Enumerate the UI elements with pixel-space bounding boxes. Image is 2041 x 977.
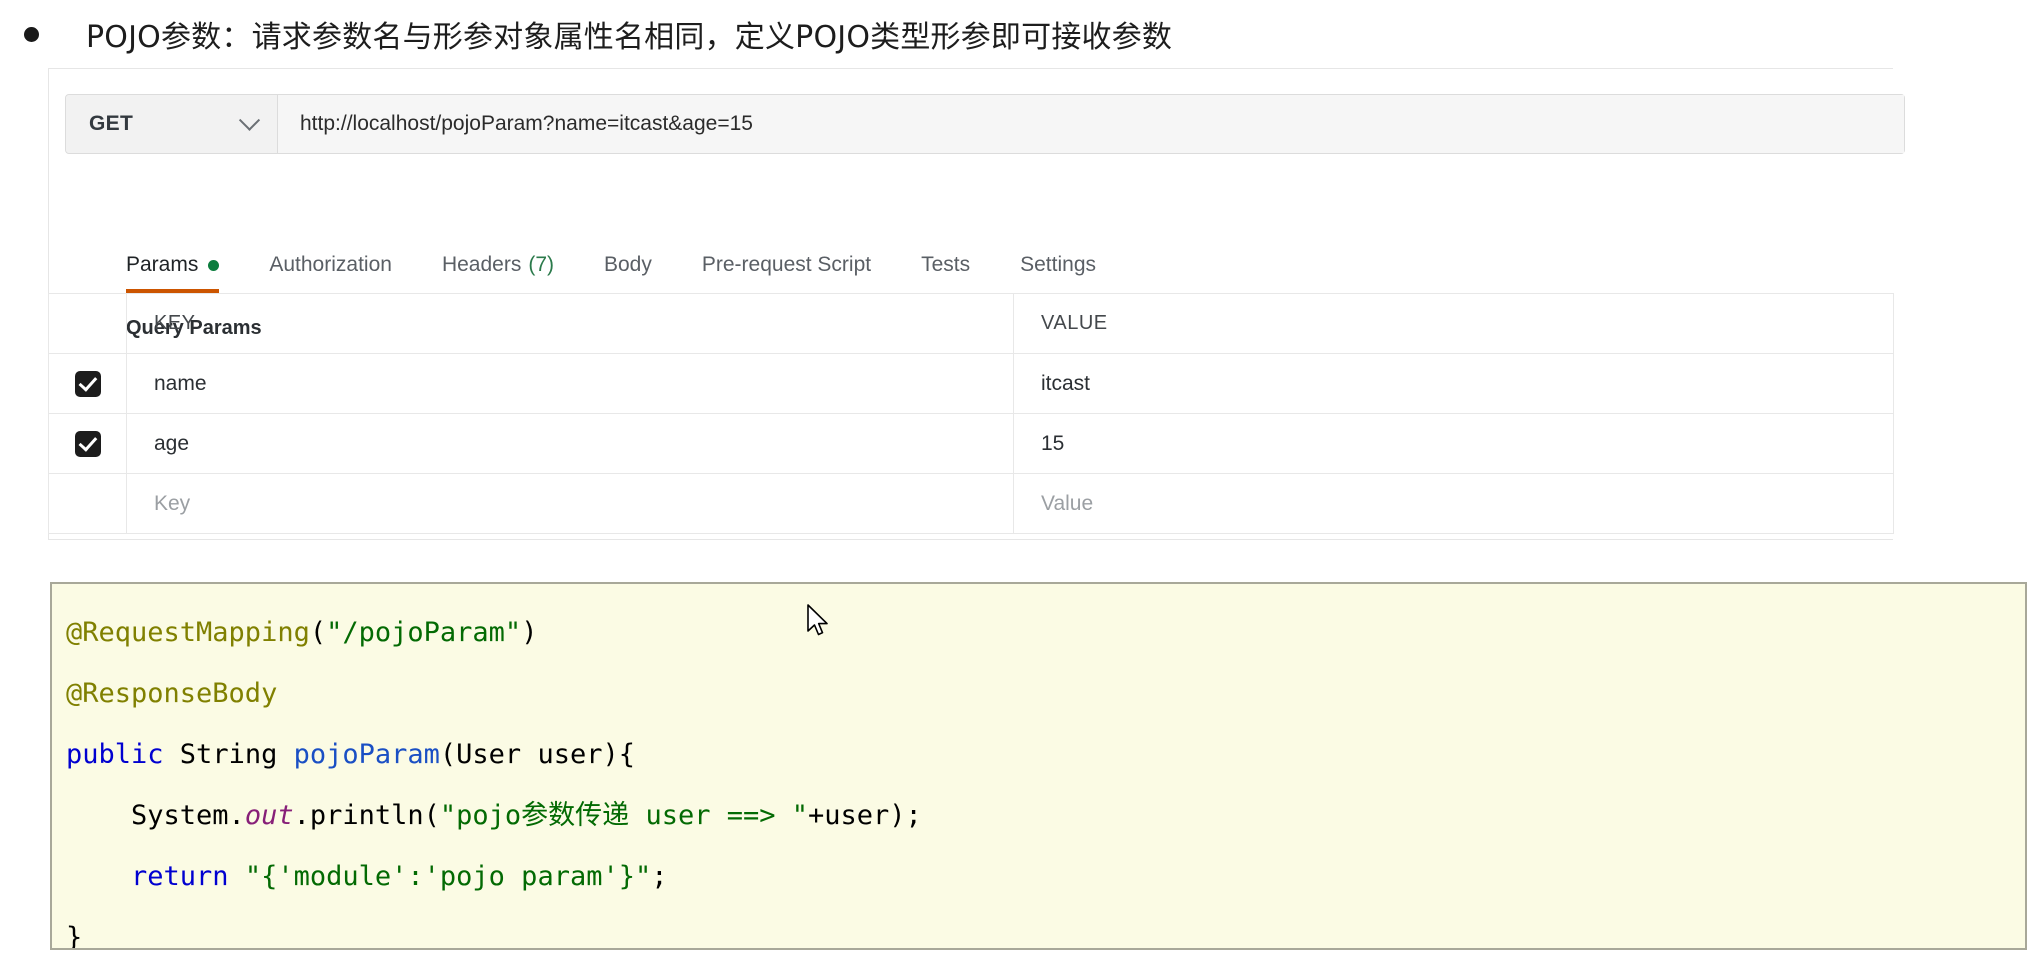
table-header-row: KEY VALUE	[49, 294, 1894, 354]
request-url-input[interactable]: http://localhost/pojoParam?name=itcast&a…	[278, 95, 1904, 153]
header-key-label: KEY	[127, 312, 1013, 335]
row-key-cell[interactable]: age	[127, 414, 1014, 474]
tab-tests[interactable]: Tests	[896, 247, 995, 283]
tab-pre-request-script-label: Pre-request Script	[702, 253, 871, 277]
http-method-select[interactable]: GET	[66, 95, 278, 153]
tab-settings[interactable]: Settings	[995, 247, 1121, 283]
code-line: }	[66, 907, 2025, 950]
tab-pre-request-script[interactable]: Pre-request Script	[677, 247, 896, 283]
code-token: "{'module':'pojo param'}"	[245, 861, 651, 892]
code-token: .println(	[294, 800, 440, 831]
heading-text: POJO参数：请求参数名与形参对象属性名相同，定义POJO类型形参即可接收参数	[86, 12, 1172, 56]
row-key-input[interactable]: age	[127, 432, 1013, 456]
row-value-input[interactable]: itcast	[1014, 372, 1893, 396]
code-line: @ResponseBody	[66, 663, 2025, 724]
code-token: }	[66, 922, 82, 950]
table-row: Key Value	[49, 474, 1894, 534]
tab-headers-count: (7)	[528, 253, 554, 277]
code-token: "pojo参数传递 user ==> "	[440, 800, 808, 831]
code-token	[229, 861, 245, 892]
bullet-dot-icon	[24, 27, 39, 42]
code-token: ;	[651, 861, 667, 892]
code-token	[66, 861, 131, 892]
checkbox-checked-icon[interactable]	[75, 371, 101, 397]
tab-params[interactable]: Params	[67, 247, 244, 283]
query-params-table: KEY VALUE name itcast age	[48, 293, 1894, 534]
code-token: +user);	[808, 800, 922, 831]
tab-body[interactable]: Body	[579, 247, 677, 283]
table-row: age 15	[49, 414, 1894, 474]
table-row: name itcast	[49, 354, 1894, 414]
tab-headers-label: Headers	[442, 253, 521, 277]
header-key-cell: KEY	[127, 294, 1014, 354]
code-token: String	[164, 739, 294, 770]
params-modified-dot-icon	[208, 260, 219, 271]
code-token: @RequestMapping	[66, 617, 310, 648]
code-token: System.	[66, 800, 245, 831]
code-token: public	[66, 739, 164, 770]
row-value-input[interactable]: 15	[1014, 432, 1893, 456]
tab-tests-label: Tests	[921, 253, 970, 277]
row-key-input[interactable]: name	[127, 372, 1013, 396]
code-token: (User user){	[440, 739, 635, 770]
row-value-cell[interactable]: 15	[1014, 414, 1894, 474]
row-checkbox-cell[interactable]	[49, 414, 127, 474]
code-line: public String pojoParam(User user){	[66, 724, 2025, 785]
row-checkbox-cell[interactable]	[49, 474, 127, 534]
code-token: out	[245, 800, 294, 831]
row-value-cell[interactable]: Value	[1014, 474, 1894, 534]
header-value-label: VALUE	[1014, 312, 1893, 335]
tab-headers[interactable]: Headers (7)	[417, 247, 579, 283]
row-key-cell[interactable]: name	[127, 354, 1014, 414]
chevron-down-icon	[239, 109, 260, 130]
row-checkbox-cell[interactable]	[49, 354, 127, 414]
code-token: )	[521, 617, 537, 648]
tab-body-label: Body	[604, 253, 652, 277]
header-value-cell: VALUE	[1014, 294, 1894, 354]
row-key-input-empty[interactable]: Key	[127, 492, 1013, 516]
code-token: "/pojoParam"	[326, 617, 521, 648]
mouse-cursor-arrow-icon	[806, 604, 832, 638]
code-token: @ResponseBody	[66, 678, 277, 709]
header-checkbox-cell	[49, 294, 127, 354]
code-token: pojoParam	[294, 739, 440, 770]
checkbox-checked-icon[interactable]	[75, 431, 101, 457]
row-value-input-empty[interactable]: Value	[1014, 492, 1893, 516]
code-line: @RequestMapping("/pojoParam")	[66, 602, 2025, 663]
tab-params-label: Params	[126, 253, 198, 277]
code-line: System.out.println("pojo参数传递 user ==> "+…	[66, 785, 2025, 846]
code-token: return	[131, 861, 229, 892]
row-value-cell[interactable]: itcast	[1014, 354, 1894, 414]
tab-settings-label: Settings	[1020, 253, 1096, 277]
java-code-block: @RequestMapping("/pojoParam") @ResponseBo…	[50, 582, 2027, 950]
code-line: return "{'module':'pojo param'}";	[66, 846, 2025, 907]
request-tabs: Params Authorization Headers (7) Body Pr…	[67, 247, 1121, 283]
tab-authorization[interactable]: Authorization	[244, 247, 417, 283]
http-method-label: GET	[89, 112, 133, 136]
bullet-heading: POJO参数：请求参数名与形参对象属性名相同，定义POJO类型形参即可接收参数	[0, 0, 2041, 68]
request-url-bar: GET http://localhost/pojoParam?name=itca…	[65, 94, 1905, 154]
code-token: (	[310, 617, 326, 648]
row-key-cell[interactable]: Key	[127, 474, 1014, 534]
tab-authorization-label: Authorization	[269, 253, 392, 277]
